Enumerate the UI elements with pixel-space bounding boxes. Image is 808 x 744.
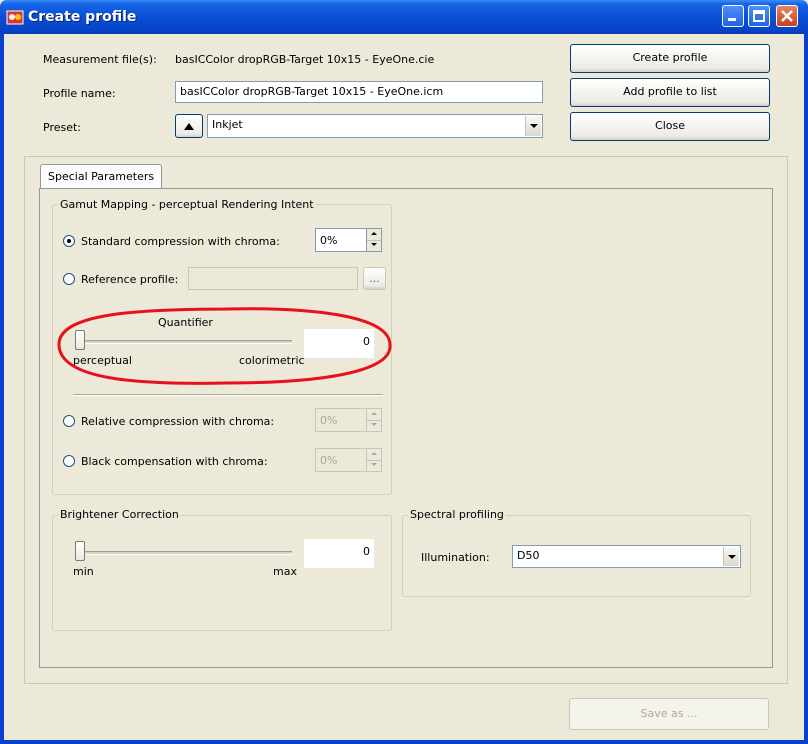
- spin-down-icon[interactable]: [367, 240, 381, 251]
- triangle-up-icon: [184, 123, 194, 130]
- preset-expand-button[interactable]: [175, 114, 203, 138]
- brightener-slider-thumb[interactable]: [75, 541, 85, 561]
- maximize-icon: [753, 10, 765, 22]
- stepper-arrows: [366, 408, 382, 432]
- minimize-button[interactable]: [722, 5, 744, 27]
- stepper-arrows: [366, 448, 382, 472]
- reference-profile-label: Reference profile:: [81, 273, 179, 286]
- preset-select-value: Inkjet: [212, 118, 243, 131]
- browse-button[interactable]: ...: [363, 267, 386, 290]
- stepper-arrows: [366, 228, 382, 252]
- close-window-button[interactable]: [776, 5, 798, 27]
- create-profile-button[interactable]: Create profile: [570, 44, 770, 73]
- illumination-select[interactable]: D50: [512, 545, 741, 568]
- black-compensation-label: Black compensation with chroma:: [81, 455, 268, 468]
- gamut-separator: [73, 394, 383, 396]
- relative-compression-value[interactable]: 0%: [315, 408, 366, 432]
- close-icon: [781, 10, 793, 22]
- brightener-max-label: max: [273, 565, 297, 578]
- black-compensation-radio[interactable]: [63, 455, 75, 467]
- gamut-mapping-legend: Gamut Mapping - perceptual Rendering Int…: [58, 198, 316, 211]
- minimize-icon: [728, 18, 736, 21]
- profile-name-input[interactable]: basICColor dropRGB-Target 10x15 - EyeOne…: [175, 81, 543, 103]
- spin-down-icon[interactable]: [367, 420, 381, 431]
- preset-label: Preset:: [43, 121, 82, 134]
- close-button[interactable]: Close: [570, 112, 770, 141]
- maximize-button[interactable]: [748, 5, 770, 27]
- standard-compression-stepper[interactable]: 0%: [315, 228, 382, 252]
- standard-compression-label: Standard compression with chroma:: [81, 235, 280, 248]
- window-title: Create profile: [28, 9, 137, 25]
- black-compensation-stepper[interactable]: 0%: [315, 448, 382, 472]
- measurement-label: Measurement file(s):: [43, 53, 157, 66]
- reference-profile-radio[interactable]: [63, 273, 75, 285]
- preset-dropdown-arrow[interactable]: [525, 116, 541, 136]
- relative-compression-radio[interactable]: [63, 415, 75, 427]
- add-profile-to-list-button[interactable]: Add profile to list: [570, 78, 770, 107]
- brightener-legend: Brightener Correction: [58, 508, 181, 521]
- save-as-button[interactable]: Save as ...: [569, 698, 769, 730]
- window-frame: Create profile Measurement file(s): basI…: [0, 0, 808, 744]
- title-bar[interactable]: Create profile: [0, 0, 808, 34]
- illumination-dropdown-arrow[interactable]: [723, 547, 739, 566]
- standard-compression-radio[interactable]: [63, 235, 75, 247]
- relative-compression-stepper[interactable]: 0%: [315, 408, 382, 432]
- tab-special-parameters[interactable]: Special Parameters: [40, 164, 163, 189]
- tab-content: Gamut Mapping - perceptual Rendering Int…: [39, 188, 773, 668]
- illumination-label: Illumination:: [421, 551, 490, 564]
- illumination-select-value: D50: [517, 549, 540, 562]
- app-icon: [6, 10, 24, 25]
- relative-compression-label: Relative compression with chroma:: [81, 415, 275, 428]
- preset-select[interactable]: Inkjet: [207, 114, 543, 138]
- brightener-value[interactable]: 0: [304, 539, 374, 568]
- measurement-value: basICColor dropRGB-Target 10x15 - EyeOne…: [175, 53, 435, 66]
- brightener-group: [52, 515, 392, 631]
- brightener-slider-track[interactable]: [75, 551, 292, 555]
- black-compensation-value[interactable]: 0%: [315, 448, 366, 472]
- reference-profile-input[interactable]: [188, 267, 358, 290]
- spectral-legend: Spectral profiling: [408, 508, 506, 521]
- red-annotation-ellipse: [57, 307, 392, 385]
- dialog-body: Measurement file(s): basICColor dropRGB-…: [4, 34, 804, 740]
- profile-name-label: Profile name:: [43, 87, 116, 100]
- spin-down-icon[interactable]: [367, 460, 381, 471]
- standard-compression-value[interactable]: 0%: [315, 228, 366, 252]
- brightener-min-label: min: [73, 565, 94, 578]
